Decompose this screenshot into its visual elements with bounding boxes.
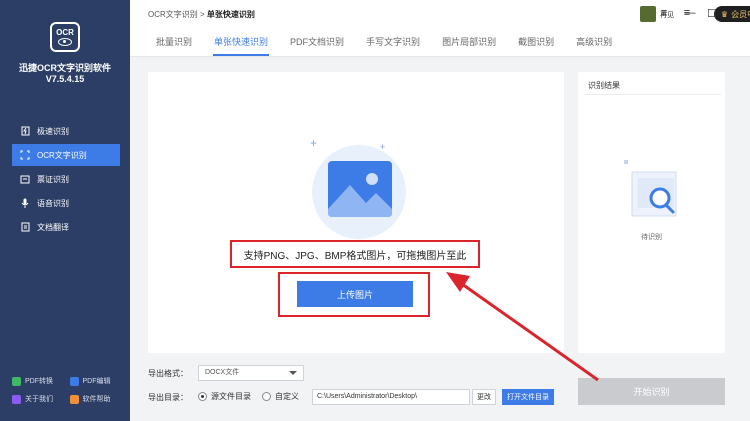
menu-icon[interactable]: ≡ [657,6,671,20]
help-link[interactable]: 软件帮助 [69,394,128,404]
sidebar-item-label: 语音识别 [37,198,69,208]
document-search-icon [624,160,677,217]
link-label: PDF转换 [25,378,53,385]
start-recognition-button[interactable]: 开始识别 [578,378,725,405]
image-icon [328,161,392,217]
tab-partial[interactable]: 图片局部识别 [431,32,507,56]
sidebar-item-translate[interactable]: 文档翻译 [12,216,120,238]
radio-selected-icon [198,392,207,401]
close-icon[interactable]: ✕ [728,6,742,20]
pdf-edit-icon [69,376,79,386]
about-icon [12,394,21,404]
sidebar-item-ticket[interactable]: 票证识别 [12,168,120,190]
radio-label: 自定义 [275,392,299,401]
about-us-link[interactable]: 关于我们 [12,394,70,404]
tab-handwriting[interactable]: 手写文字识别 [355,32,431,56]
upload-image-button[interactable]: 上传图片 [297,281,413,307]
breadcrumb: OCR文字识别 > 单张快速识别 [148,9,255,20]
export-dir-label: 导出目录： [148,393,188,402]
app-name: 迅捷OCR文字识别软件 [19,63,111,73]
link-label: 关于我们 [25,396,53,403]
sidebar-item-label: 票证识别 [37,174,69,184]
tab-screenshot[interactable]: 截图识别 [507,32,565,56]
pdf-convert-icon [12,376,21,386]
change-path-button[interactable]: 更改 [472,389,496,405]
link-label: PDF编辑 [82,378,111,385]
result-title: 识别结果 [588,81,620,90]
sidebar-links: PDF转换 PDF编辑 关于我们 软件帮助 [12,376,127,404]
app-logo-icon: OCR [50,22,80,52]
open-folder-button[interactable]: 打开文件目录 [502,389,554,405]
export-path-input[interactable]: C:\Users\Administrator\Desktop\ [312,389,470,405]
export-format-select[interactable]: DOCX文件 [198,365,304,381]
link-label: 软件帮助 [82,396,111,403]
chevron-down-icon [289,371,297,375]
plus-icon: + [310,136,318,150]
microphone-icon [20,198,30,208]
app-version: V7.5.4.15 [45,74,85,84]
help-icon [69,394,79,404]
sidebar-item-ocr[interactable]: OCR文字识别 [12,144,120,166]
export-format-label: 导出格式： [148,369,188,378]
breadcrumb-root[interactable]: OCR文字识别 [148,10,198,19]
radio-label: 源文件目录 [211,392,251,401]
breadcrumb-separator: > [200,10,205,19]
sidebar-item-label: 文档翻译 [37,222,69,232]
tab-batch[interactable]: 批量识别 [145,32,203,56]
result-divider [584,94,721,95]
lightning-icon [20,126,30,136]
pdf-edit-link[interactable]: PDF编辑 [69,376,128,386]
tab-single[interactable]: 单张快速识别 [203,32,279,56]
sidebar: OCR 迅捷OCR文字识别软件 V7.5.4.15 极速识别 OCR文字识别 票… [0,0,130,421]
pdf-convert-link[interactable]: PDF转换 [12,376,70,386]
tab-bar: 批量识别 单张快速识别 PDF文档识别 手写文字识别 图片局部识别 截图识别 高… [145,32,623,56]
translate-icon [20,222,30,232]
sidebar-item-voice[interactable]: 语音识别 [12,192,120,214]
sidebar-item-label: 极速识别 [37,126,69,136]
maximize-icon[interactable]: ☐ [705,6,719,20]
radio-unselected-icon [262,392,271,401]
waiting-status: 待识别 [641,234,662,241]
export-format-value: DOCX文件 [205,369,240,376]
sidebar-nav: 极速识别 OCR文字识别 票证识别 语音识别 文档翻译 [12,120,120,240]
user-avatar-icon[interactable] [640,6,656,22]
crown-icon: ♛ [720,9,729,19]
radio-custom-dir[interactable]: 自定义 [262,391,299,402]
breadcrumb-current: 单张快速识别 [206,10,255,19]
ticket-icon [20,174,30,184]
radio-source-dir[interactable]: 源文件目录 [198,391,251,402]
minimize-icon[interactable]: — [683,6,697,20]
tab-advanced[interactable]: 高级识别 [565,32,623,56]
supported-formats-text: 支持PNG、JPG、BMP格式图片，可拖拽图片至此 [230,240,480,268]
tab-pdf[interactable]: PDF文档识别 [279,32,355,56]
sidebar-item-fast[interactable]: 极速识别 [12,120,120,142]
ocr-icon [20,150,30,160]
sidebar-item-label: OCR文字识别 [37,150,87,160]
